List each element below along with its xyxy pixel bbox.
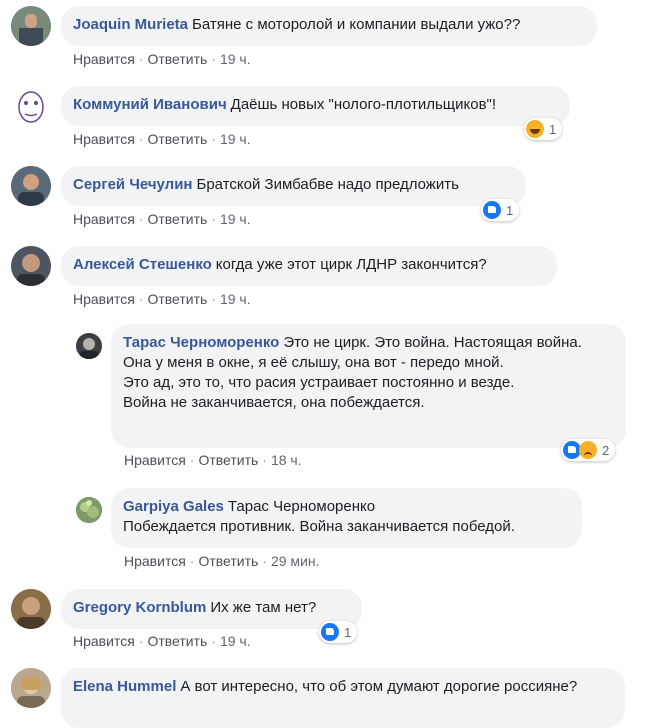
separator: · bbox=[138, 51, 144, 67]
reaction-summary[interactable]: 1 bbox=[481, 199, 520, 221]
reaction-count: 1 bbox=[506, 202, 514, 218]
comment-time[interactable]: 19 ч. bbox=[220, 51, 251, 67]
reaction-count: 1 bbox=[344, 624, 352, 640]
avatar-photo-icon bbox=[11, 246, 51, 286]
avatar-photo-icon bbox=[11, 166, 51, 206]
comment-time[interactable]: 29 мин. bbox=[271, 553, 320, 569]
avatar-drawing-icon bbox=[11, 86, 51, 126]
avatar-photo-icon bbox=[11, 668, 51, 708]
comment-time[interactable]: 19 ч. bbox=[220, 131, 251, 147]
avatar[interactable] bbox=[11, 668, 51, 708]
reaction-summary[interactable]: 1 bbox=[319, 621, 358, 643]
comment-author[interactable]: Сергей Чечулин bbox=[73, 176, 193, 193]
haha-reaction-icon bbox=[526, 120, 544, 138]
reaction-summary[interactable]: 1 bbox=[524, 118, 563, 140]
comment-author[interactable]: Garpiya Gales bbox=[123, 498, 224, 515]
comment-text: А вот интересно, что об этом думают доро… bbox=[180, 678, 578, 695]
comment-bubble: Gregory Kornblum Их же там нет? bbox=[61, 589, 362, 629]
like-reaction-icon bbox=[483, 201, 501, 219]
like-button[interactable]: Нравится bbox=[73, 211, 135, 227]
comment-text: Братской Зимбабве надо предложить bbox=[196, 176, 459, 193]
avatar-photo-icon bbox=[11, 6, 51, 46]
separator: · bbox=[189, 452, 195, 468]
avatar-photo-icon bbox=[11, 589, 51, 629]
avatar[interactable] bbox=[11, 246, 51, 286]
separator: · bbox=[262, 452, 267, 468]
separator: · bbox=[138, 211, 144, 227]
reply-button[interactable]: Ответить bbox=[147, 211, 207, 227]
reply-button[interactable]: Ответить bbox=[147, 51, 207, 67]
comment-bubble: Joaquin Murieta Батяне с моторолой и комп… bbox=[61, 6, 597, 46]
comment-text: Их же там нет? bbox=[210, 599, 317, 616]
comment-author[interactable]: Тарас Черноморенко bbox=[123, 334, 279, 351]
like-button[interactable]: Нравится bbox=[73, 291, 135, 307]
comment-author[interactable]: Gregory Kornblum bbox=[73, 599, 206, 616]
comment-time[interactable]: 18 ч. bbox=[271, 452, 302, 468]
separator: · bbox=[211, 291, 216, 307]
avatar[interactable] bbox=[11, 6, 51, 46]
comment-time[interactable]: 19 ч. bbox=[220, 633, 251, 649]
separator: · bbox=[189, 553, 195, 569]
reaction-count: 2 bbox=[602, 442, 610, 458]
separator: · bbox=[211, 131, 216, 147]
like-button[interactable]: Нравится bbox=[124, 452, 186, 468]
comment-bubble: Алексей Стешенко когда уже этот цирк ЛДНР… bbox=[61, 246, 557, 286]
comment-actions: Нравится · Ответить · 29 мин. bbox=[124, 553, 320, 569]
reaction-summary[interactable]: 2 bbox=[561, 439, 616, 461]
reply-button[interactable]: Ответить bbox=[147, 633, 207, 649]
comment-bubble: Сергей Чечулин Братской Зимбабве надо пре… bbox=[61, 166, 526, 206]
like-button[interactable]: Нравится bbox=[73, 51, 135, 67]
comment-author[interactable]: Коммуний Иванович bbox=[73, 96, 227, 113]
separator: · bbox=[262, 553, 267, 569]
comment-actions: Нравится · Ответить · 19 ч. bbox=[73, 51, 251, 67]
separator: · bbox=[211, 211, 216, 227]
avatar-photo-icon bbox=[76, 497, 102, 523]
comment-author[interactable]: Elena Hummel bbox=[73, 678, 176, 695]
comment-time[interactable]: 19 ч. bbox=[220, 211, 251, 227]
comment-author[interactable]: Joaquin Murieta bbox=[73, 16, 188, 33]
comment-actions: Нравится · Ответить · 19 ч. bbox=[73, 211, 251, 227]
like-button[interactable]: Нравится bbox=[73, 131, 135, 147]
avatar[interactable] bbox=[11, 86, 51, 126]
like-reaction-icon bbox=[321, 623, 339, 641]
separator: · bbox=[138, 131, 144, 147]
comment-text: когда уже этот цирк ЛДНР закончится? bbox=[215, 256, 487, 273]
separator: · bbox=[211, 51, 216, 67]
comment-bubble: Тарас Черноморенко Это не цирк. Это война… bbox=[111, 324, 626, 448]
separator: · bbox=[138, 291, 144, 307]
reply-button[interactable]: Ответить bbox=[147, 291, 207, 307]
comment-bubble: Garpiya Gales Тарас Черноморенко Побеждае… bbox=[111, 488, 582, 548]
like-button[interactable]: Нравится bbox=[124, 553, 186, 569]
comment-actions: Нравится · Ответить · 18 ч. bbox=[124, 452, 302, 468]
separator: · bbox=[138, 633, 144, 649]
avatar-photo-icon bbox=[76, 333, 102, 359]
separator: · bbox=[211, 633, 216, 649]
comment-bubble: Elena Hummel А вот интересно, что об этом… bbox=[61, 668, 625, 728]
reply-button[interactable]: Ответить bbox=[198, 553, 258, 569]
avatar[interactable] bbox=[76, 497, 102, 523]
reply-button[interactable]: Ответить bbox=[147, 131, 207, 147]
reaction-count: 1 bbox=[549, 121, 557, 137]
comment-actions: Нравится · Ответить · 19 ч. bbox=[73, 633, 251, 649]
comment-actions: Нравится · Ответить · 19 ч. bbox=[73, 131, 251, 147]
like-button[interactable]: Нравится bbox=[73, 633, 135, 649]
avatar[interactable] bbox=[11, 589, 51, 629]
sad-reaction-icon bbox=[579, 441, 597, 459]
comment-bubble: Коммуний Иванович Даёшь новых "нолого-пло… bbox=[61, 86, 570, 126]
avatar[interactable] bbox=[11, 166, 51, 206]
comment-text: Даёшь новых "нолого-плотильщиков"! bbox=[230, 96, 497, 113]
comment-actions: Нравится · Ответить · 19 ч. bbox=[73, 291, 251, 307]
avatar[interactable] bbox=[76, 333, 102, 359]
reply-button[interactable]: Ответить bbox=[198, 452, 258, 468]
comment-time[interactable]: 19 ч. bbox=[220, 291, 251, 307]
comment-text: Батяне с моторолой и компании выдали ужо… bbox=[192, 16, 521, 33]
comment-author[interactable]: Алексей Стешенко bbox=[73, 256, 212, 273]
